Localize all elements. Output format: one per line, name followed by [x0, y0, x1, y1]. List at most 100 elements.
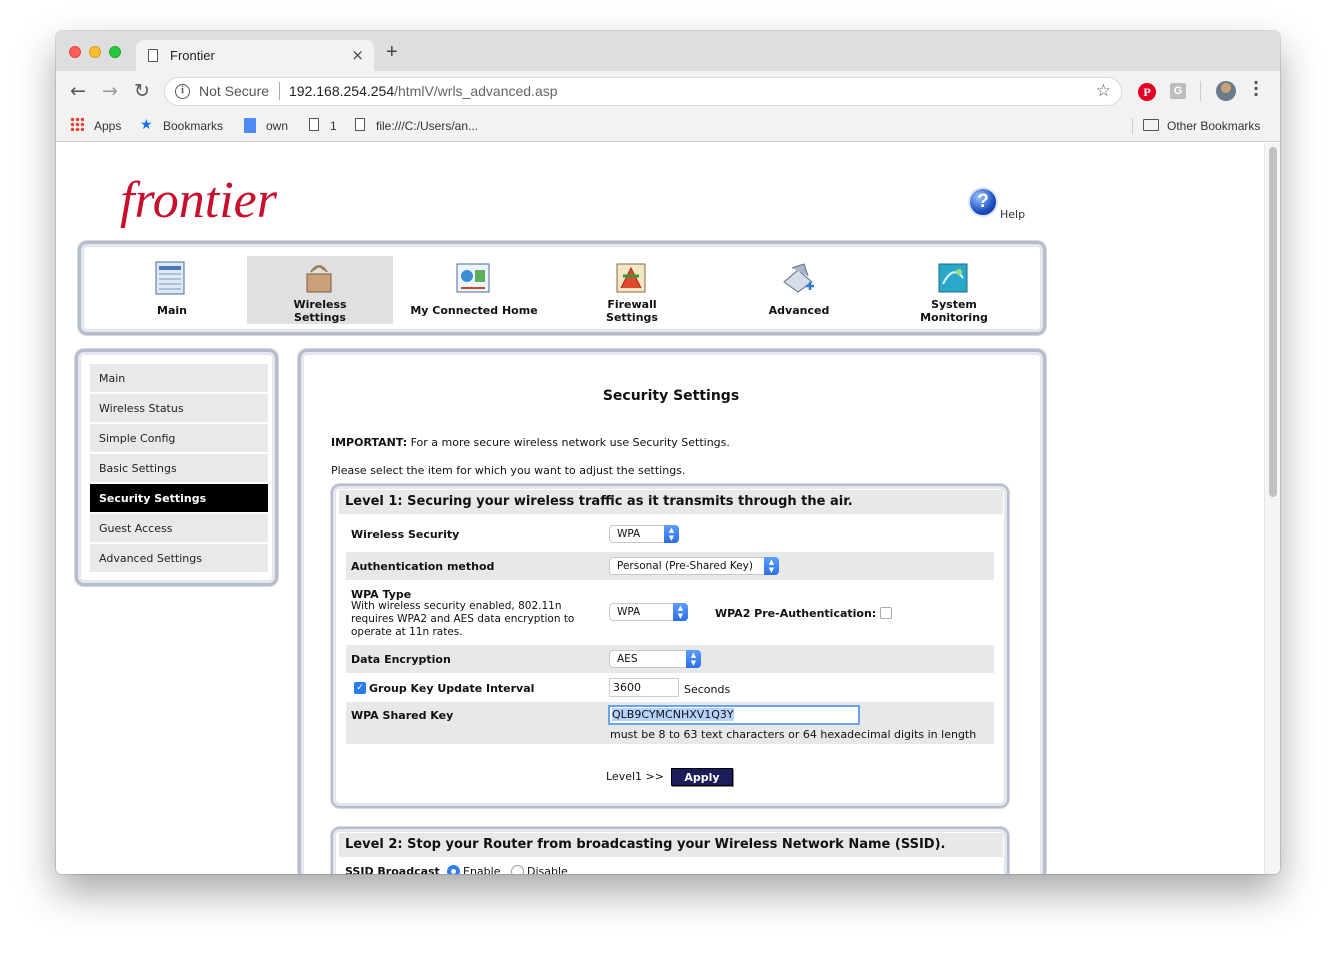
topnav-my-connected-home[interactable]: My Connected Home [401, 256, 547, 324]
sidebar-item-security-settings[interactable]: Security Settings [90, 484, 268, 512]
sidebar-item-main[interactable]: Main [90, 364, 268, 392]
grammarly-extension-icon[interactable]: G [1170, 83, 1186, 99]
help-link[interactable]: Help [1000, 208, 1025, 221]
wireless-security-value: WPA [617, 528, 641, 540]
top-navigation: Main Wireless Settings My Connected Home… [78, 241, 1046, 335]
close-window-button[interactable] [69, 46, 81, 58]
sidebar-item-basic-settings[interactable]: Basic Settings [90, 454, 268, 482]
topnav-system-label-1: System [931, 298, 977, 311]
minimize-window-button[interactable] [89, 46, 101, 58]
wpa-type-select[interactable]: WPA ▲ ▼ [609, 603, 688, 621]
profile-avatar[interactable] [1216, 81, 1236, 101]
topnav-advanced[interactable]: Advanced [726, 256, 872, 324]
preauth-label: WPA2 Pre-Authentication: [715, 607, 877, 620]
page-scrollbar[interactable] [1264, 143, 1280, 874]
bookmark-bookmarks[interactable]: Bookmarks [163, 119, 223, 133]
group-key-checkbox[interactable]: ✓ [354, 682, 366, 694]
page-icon [309, 118, 319, 131]
security-label[interactable]: Not Secure [199, 83, 269, 99]
main-icon [155, 261, 185, 295]
level2-section: Level 2: Stop your Router from broadcast… [331, 827, 1009, 874]
important-text: For a more secure wireless network use S… [410, 436, 730, 449]
level1-section: Level 1: Securing your wireless traffic … [331, 484, 1009, 808]
apply-button[interactable]: Apply [671, 768, 733, 786]
data-encryption-row: Data Encryption AES ▲ ▼ [346, 645, 994, 673]
sidebar-item-simple-config[interactable]: Simple Config [90, 424, 268, 452]
topnav-connected-home-label: My Connected Home [410, 304, 538, 317]
new-tab-button[interactable]: + [386, 41, 398, 64]
google-doc-icon [244, 118, 256, 133]
page-viewport: frontier ? Help Main Wireless Settings M… [56, 143, 1280, 874]
apps-grid-icon[interactable] [70, 117, 84, 131]
bookmark-1[interactable]: 1 [330, 119, 337, 133]
topnav-system-monitoring[interactable]: System Monitoring [881, 256, 1027, 324]
auth-method-value: Personal (Pre-Shared Key) [617, 560, 753, 572]
toolbar-divider [1200, 81, 1201, 101]
bookmark-other[interactable]: Other Bookmarks [1167, 119, 1260, 133]
sidebar-navigation: Main Wireless Status Simple Config Basic… [75, 349, 278, 586]
wpa-type-row: WPA Type With wireless security enabled,… [346, 582, 994, 644]
bookmarks-divider [1132, 118, 1133, 134]
chevron-updown-icon: ▲ ▼ [686, 650, 701, 668]
frontier-logo: frontier [120, 172, 278, 229]
wpa-type-value: WPA [617, 606, 641, 618]
topnav-firewall-label-2: Settings [606, 311, 658, 324]
wireless-security-select[interactable]: WPA ▲ ▼ [609, 525, 679, 543]
group-key-input[interactable]: 3600 [609, 678, 679, 697]
sidebar-item-wireless-status[interactable]: Wireless Status [90, 394, 268, 422]
address-bar[interactable]: i Not Secure 192.168.254.254/htmlV/wrls_… [164, 77, 1122, 106]
bookmark-apps[interactable]: Apps [94, 119, 121, 133]
shared-key-hint: must be 8 to 63 text characters or 64 he… [610, 728, 977, 741]
bookmark-file[interactable]: file:///C:/Users/an... [376, 119, 478, 133]
sidebar-item-advanced-settings[interactable]: Advanced Settings [90, 544, 268, 572]
close-tab-icon[interactable]: × [351, 46, 364, 64]
shared-key-input[interactable]: QLB9CYMCNHXV1Q3Y [608, 705, 860, 725]
connected-home-icon [456, 263, 490, 293]
bookmark-own[interactable]: own [266, 119, 288, 133]
shared-key-value: QLB9CYMCNHXV1Q3Y [612, 708, 734, 721]
page-icon [148, 49, 158, 62]
topnav-firewall-settings[interactable]: Firewall Settings [559, 256, 705, 324]
wireless-security-row: Wireless Security WPA ▲ ▼ [346, 518, 994, 548]
important-note: IMPORTANT: For a more secure wireless ne… [331, 436, 730, 449]
browser-window: Frontier × + ← → ↻ i Not Secure 192.168.… [56, 31, 1280, 874]
ssid-disable-radio[interactable] [511, 865, 524, 874]
bookmarks-bar: Apps ★ Bookmarks own 1 file:///C:/Users/… [56, 111, 1280, 142]
url-text[interactable]: 192.168.254.254/htmlV/wrls_advanced.asp [289, 83, 558, 99]
ssid-disable-label: Disable [527, 865, 568, 874]
group-key-row: ✓ Group Key Update Interval 3600 Seconds [346, 674, 994, 702]
level2-heading: Level 2: Stop your Router from broadcast… [339, 833, 1003, 857]
topnav-main[interactable]: Main [99, 256, 245, 324]
topnav-main-label: Main [157, 304, 187, 317]
ssid-enable-radio[interactable] [447, 865, 460, 874]
pinterest-extension-icon[interactable]: P [1138, 83, 1156, 101]
main-panel: Security Settings IMPORTANT: For a more … [298, 349, 1046, 874]
topnav-wireless-settings[interactable]: Wireless Settings [247, 256, 393, 324]
reload-icon[interactable]: ↻ [134, 80, 150, 102]
advanced-icon [783, 263, 814, 293]
data-encryption-select[interactable]: AES ▲ ▼ [609, 650, 701, 668]
menu-kebab-icon[interactable]: · · · [1253, 75, 1259, 103]
page-title: Security Settings [602, 388, 740, 404]
instruction-text: Please select the item for which you wan… [331, 464, 686, 477]
forward-arrow-icon[interactable]: → [102, 80, 118, 102]
page-icon [355, 118, 365, 131]
maximize-window-button[interactable] [109, 46, 121, 58]
back-arrow-icon[interactable]: ← [70, 80, 86, 102]
bookmarks-star-icon: ★ [140, 116, 153, 132]
auth-method-label: Authentication method [351, 560, 495, 573]
url-divider [279, 82, 280, 100]
auth-method-select[interactable]: Personal (Pre-Shared Key) ▲ ▼ [609, 557, 779, 575]
ssid-enable-label: Enable [463, 865, 501, 874]
browser-tab[interactable]: Frontier × [136, 40, 374, 72]
url-host: 192.168.254.254 [289, 83, 395, 99]
info-icon[interactable]: i [175, 84, 190, 99]
help-icon[interactable]: ? [968, 187, 998, 217]
ssid-broadcast-label: SSID Broadcast [345, 865, 440, 874]
scrollbar-thumb[interactable] [1269, 147, 1277, 497]
sidebar-item-guest-access[interactable]: Guest Access [90, 514, 268, 542]
tab-bar: Frontier × + [56, 31, 1280, 72]
bookmark-star-icon[interactable]: ☆ [1096, 81, 1111, 101]
folder-icon [1143, 119, 1159, 131]
preauth-checkbox[interactable] [880, 607, 892, 619]
